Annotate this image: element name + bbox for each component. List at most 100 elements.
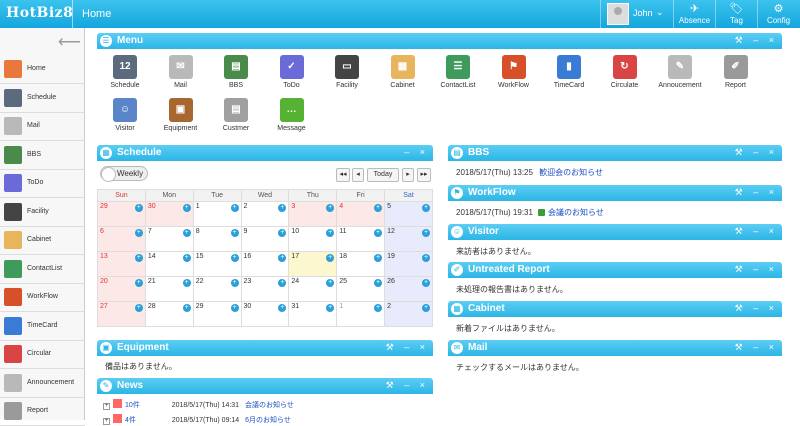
calendar-day[interactable]: 12 + — [384, 226, 433, 252]
absence-button[interactable]: ✈ Absence — [673, 0, 715, 28]
panel-controls[interactable]: ⚒ – × — [735, 187, 778, 198]
sidebar-item-mail[interactable]: Mail — [0, 113, 85, 141]
menu-item-todo[interactable]: ✓ ToDo — [267, 55, 317, 89]
panel-controls[interactable]: ⚒ – × — [735, 303, 778, 314]
add-event-icon[interactable]: + — [326, 279, 335, 287]
calendar-day[interactable]: 6 + — [97, 226, 146, 252]
calendar-day[interactable]: 2 + — [384, 301, 433, 327]
panel-controls[interactable]: ⚒ – × — [386, 380, 429, 391]
menu-item-timecard[interactable]: ▮ TimeCard — [544, 55, 594, 89]
panel-controls[interactable]: ⚒ – × — [735, 226, 778, 237]
panel-controls[interactable]: ⚒ – × — [735, 35, 778, 46]
sidebar-item-schedule[interactable]: Schedule — [0, 85, 85, 113]
add-event-icon[interactable]: + — [182, 229, 191, 237]
calendar-day[interactable]: 16 + — [240, 251, 290, 277]
news-count[interactable]: 4件 — [125, 417, 136, 424]
news-link[interactable]: 6月のお知らせ — [245, 417, 291, 424]
menu-item-facility[interactable]: ▭ Facility — [322, 55, 372, 89]
menu-item-contactlist[interactable]: ☰ ContactList — [433, 55, 483, 89]
bbs-link[interactable]: 歓迎会のお知らせ — [539, 168, 603, 177]
menu-item-schedule[interactable]: 12 Schedule — [100, 55, 150, 89]
add-event-icon[interactable]: + — [374, 279, 383, 287]
app-logo[interactable]: HotBiz8 — [6, 5, 73, 21]
add-event-icon[interactable]: + — [278, 204, 287, 212]
expand-icon[interactable]: + — [103, 418, 110, 425]
add-event-icon[interactable]: + — [278, 254, 287, 262]
calendar-day[interactable]: 11 + — [336, 226, 386, 252]
panel-controls[interactable]: ⚒ – × — [735, 147, 778, 158]
add-event-icon[interactable]: + — [374, 254, 383, 262]
add-event-icon[interactable]: + — [326, 304, 335, 312]
add-event-icon[interactable]: + — [422, 304, 430, 312]
sidebar-item-contactlist[interactable]: ContactList — [0, 256, 85, 284]
add-event-icon[interactable]: + — [230, 204, 239, 212]
add-event-icon[interactable]: + — [278, 229, 287, 237]
calendar-day[interactable]: 29 + — [192, 301, 242, 327]
panel-controls[interactable]: ⚒ – × — [735, 342, 778, 353]
calendar-day[interactable]: 22 + — [192, 276, 242, 302]
add-event-icon[interactable]: + — [230, 304, 239, 312]
next-week-button[interactable]: ▸ — [402, 168, 414, 182]
add-event-icon[interactable]: + — [230, 279, 239, 287]
add-event-icon[interactable]: + — [134, 229, 143, 237]
calendar-day[interactable]: 9 + — [240, 226, 290, 252]
sidebar-item-home[interactable]: Home — [0, 56, 85, 84]
collapse-sidebar-icon[interactable]: ⟵ — [58, 32, 81, 52]
calendar-day[interactable]: 3 + — [288, 201, 338, 227]
calendar-day[interactable]: 1 + — [192, 201, 242, 227]
today-button[interactable]: Today — [367, 168, 399, 182]
calendar-day[interactable]: 27 + — [97, 301, 146, 327]
calendar-day[interactable]: 2 + — [240, 201, 290, 227]
calendar-day[interactable]: 4 + — [336, 201, 386, 227]
calendar-day[interactable]: 17 + — [288, 251, 338, 277]
add-event-icon[interactable]: + — [278, 279, 287, 287]
calendar-day[interactable]: 24 + — [288, 276, 338, 302]
user-menu[interactable]: John ⌄ — [600, 0, 670, 28]
add-event-icon[interactable]: + — [374, 204, 383, 212]
calendar-day[interactable]: 21 + — [144, 276, 194, 302]
add-event-icon[interactable]: + — [134, 204, 143, 212]
news-link[interactable]: 会議のお知らせ — [245, 402, 294, 409]
menu-item-message[interactable]: … Message — [267, 98, 317, 132]
add-event-icon[interactable]: + — [422, 254, 430, 262]
sidebar-item-todo[interactable]: ToDo — [0, 170, 85, 198]
add-event-icon[interactable]: + — [134, 304, 143, 312]
add-event-icon[interactable]: + — [134, 279, 143, 287]
add-event-icon[interactable]: + — [182, 254, 191, 262]
panel-controls[interactable]: ⚒ – × — [735, 264, 778, 275]
sidebar-item-report[interactable]: Report — [0, 398, 85, 426]
prev-week-button[interactable]: ◂ — [352, 168, 364, 182]
add-event-icon[interactable]: + — [278, 304, 287, 312]
calendar-day[interactable]: 1 + — [336, 301, 386, 327]
calendar-day[interactable]: 19 + — [384, 251, 433, 277]
menu-item-cabinet[interactable]: ▦ Cabinet — [378, 55, 428, 89]
news-count[interactable]: 10件 — [125, 402, 140, 409]
calendar-day[interactable]: 29 + — [97, 201, 146, 227]
add-event-icon[interactable]: + — [326, 254, 335, 262]
calendar-day[interactable]: 30 + — [240, 301, 290, 327]
next-month-button[interactable]: ▸▸ — [417, 168, 431, 182]
sidebar-item-workflow[interactable]: WorkFlow — [0, 284, 85, 312]
workflow-row[interactable]: 2018/5/17(Thu) 19:31 会議のお知らせ — [456, 207, 604, 218]
sidebar-item-bbs[interactable]: BBS — [0, 142, 85, 170]
menu-item-visitor[interactable]: ☺ Visitor — [100, 98, 150, 132]
calendar-day[interactable]: 20 + — [97, 276, 146, 302]
sidebar-item-circular[interactable]: Circular — [0, 341, 85, 369]
config-button[interactable]: ⚙ Config — [757, 0, 799, 28]
calendar-day[interactable]: 8 + — [192, 226, 242, 252]
add-event-icon[interactable]: + — [374, 229, 383, 237]
panel-controls[interactable]: – × — [404, 147, 429, 157]
sidebar-item-announcement[interactable]: Announcement — [0, 370, 85, 398]
menu-item-circulate[interactable]: ↻ Circulate — [600, 55, 650, 89]
news-row[interactable]: +10件 2018/5/17(Thu) 14:31 会議のお知らせ — [103, 399, 294, 410]
calendar-day[interactable]: 18 + — [336, 251, 386, 277]
add-event-icon[interactable]: + — [374, 304, 383, 312]
calendar-day[interactable]: 26 + — [384, 276, 433, 302]
bbs-row[interactable]: 2018/5/17(Thu) 13:25 歓迎会のお知らせ — [456, 167, 603, 178]
add-event-icon[interactable]: + — [422, 229, 430, 237]
prev-month-button[interactable]: ◂◂ — [336, 168, 350, 182]
calendar-day[interactable]: 23 + — [240, 276, 290, 302]
add-event-icon[interactable]: + — [326, 204, 335, 212]
sidebar-item-cabinet[interactable]: Cabinet — [0, 227, 85, 255]
add-event-icon[interactable]: + — [182, 279, 191, 287]
